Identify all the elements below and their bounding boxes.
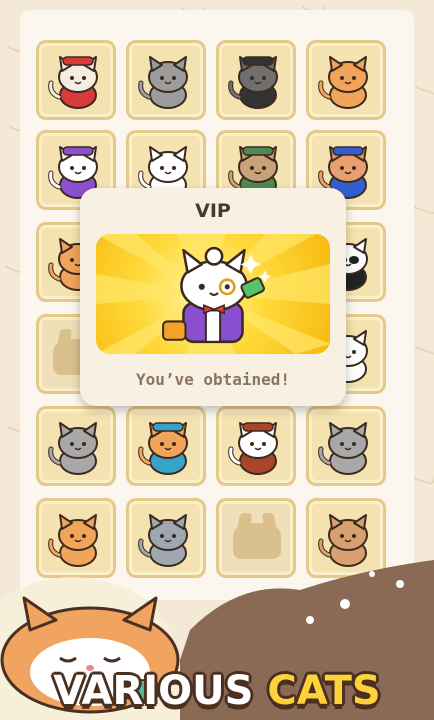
banner-word-various: VARIOUS	[53, 668, 254, 714]
orange-tabby-cat-icon	[318, 56, 368, 109]
cat-card[interactable]	[306, 40, 386, 120]
pirate-cat-icon	[228, 422, 278, 475]
bat-mask-cat-icon	[228, 56, 278, 109]
grey-white-cat-icon	[48, 422, 98, 475]
banner-word-cats: CATS	[267, 668, 381, 714]
cat-card[interactable]	[126, 406, 206, 486]
banner-title: VARIOUS CATS	[0, 668, 434, 714]
reward-card	[96, 234, 330, 354]
cat-card[interactable]	[216, 40, 296, 120]
cat-card[interactable]	[36, 406, 116, 486]
popup-title: VIP	[195, 200, 231, 222]
grey-cat-icon	[138, 56, 188, 109]
cat-card[interactable]	[126, 40, 206, 120]
cat-card[interactable]	[36, 40, 116, 120]
promo-banner: VARIOUS CATS	[0, 540, 434, 720]
obtained-message: You’ve obtained!	[135, 370, 291, 389]
sunglasses-cat-icon	[138, 422, 188, 475]
vip-gentleman-cat-icon	[162, 246, 272, 344]
reward-popup[interactable]: VIP You’ve obtained!	[80, 188, 346, 406]
red-hood-cat-icon	[48, 56, 98, 109]
cat-card[interactable]	[216, 406, 296, 486]
cat-card[interactable]	[306, 406, 386, 486]
grey-white-cat-icon	[318, 422, 368, 475]
